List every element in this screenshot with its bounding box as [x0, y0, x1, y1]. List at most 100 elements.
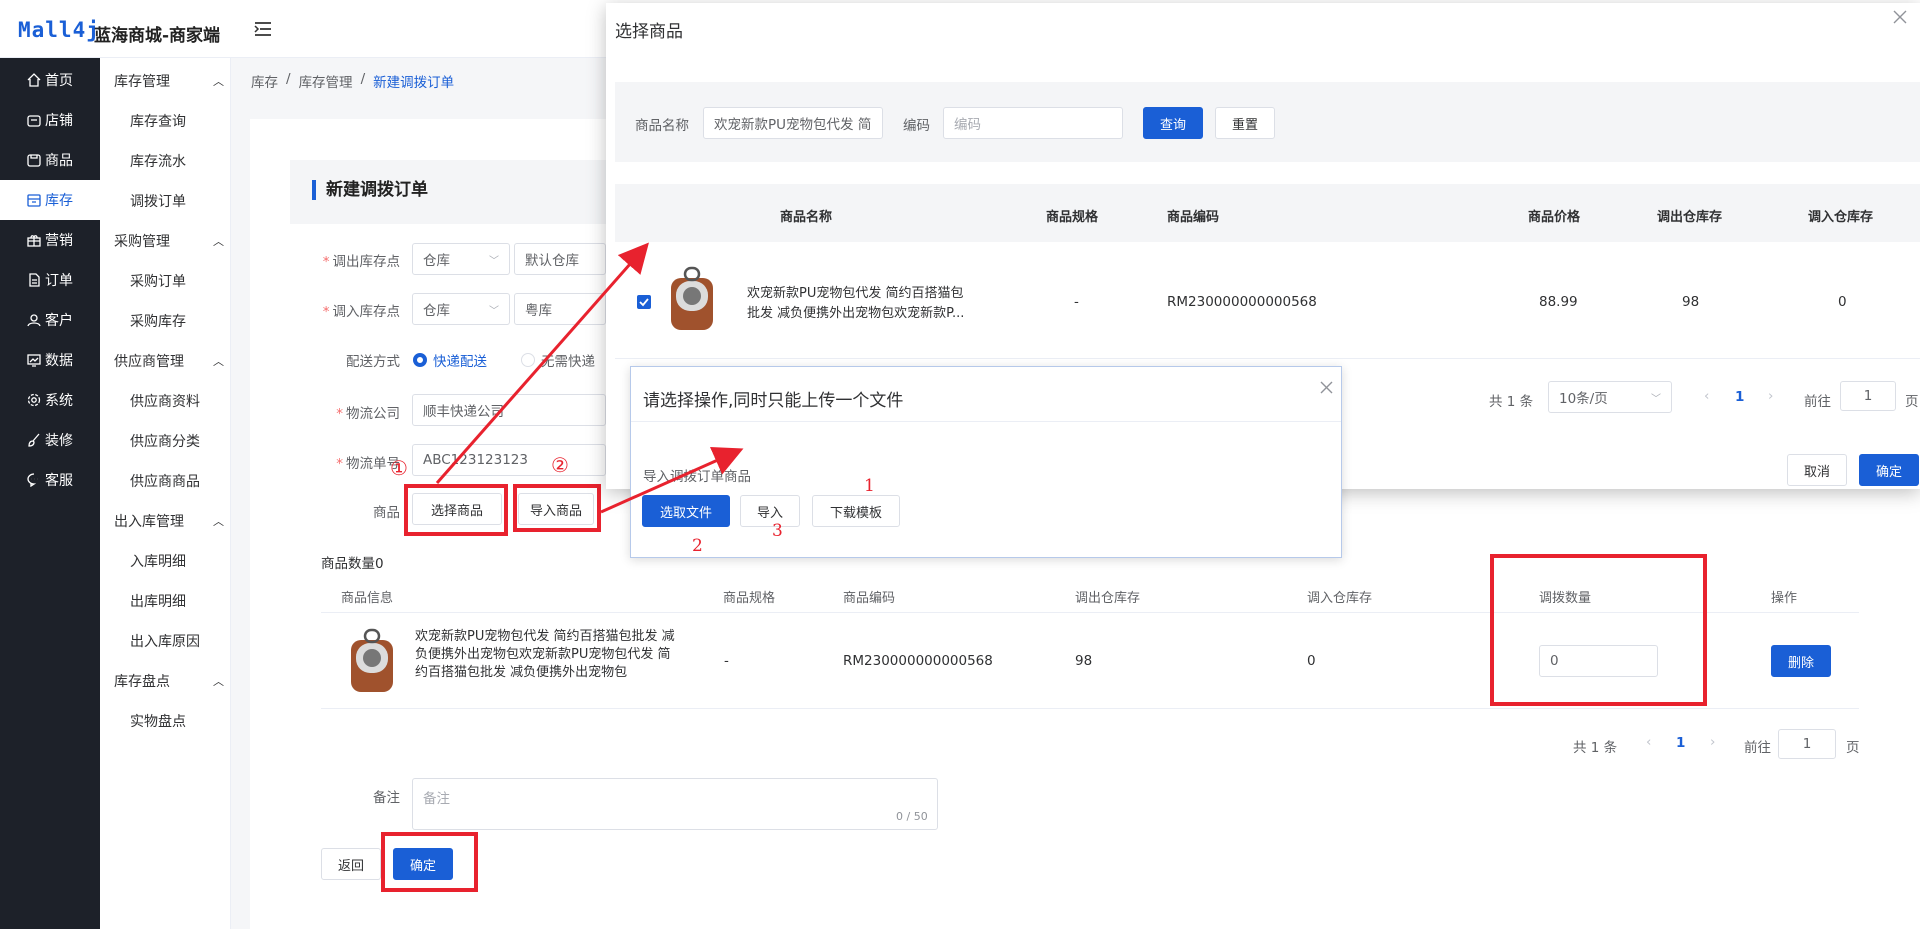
nav-label: 库存	[45, 193, 73, 209]
chevron-down-icon: ﹀	[1651, 393, 1661, 405]
th-in-stock: 调入仓库存	[1307, 591, 1373, 606]
goods-label: 商品	[373, 505, 400, 521]
subnav-item[interactable]: 供应商资料	[130, 391, 200, 411]
out-warehouse-select[interactable]: 默认仓库	[514, 243, 606, 275]
chart-icon	[27, 354, 41, 367]
breadcrumb-item[interactable]: 库存	[251, 71, 278, 91]
import-button[interactable]: 导入	[740, 495, 800, 527]
prev-page-icon[interactable]: ‹	[1646, 734, 1651, 750]
in-warehouse-select[interactable]: 粤库	[514, 293, 606, 325]
remark-textarea[interactable]: 备注	[412, 778, 938, 830]
nav-customer[interactable]: 客户	[0, 300, 100, 340]
menu-fold-icon[interactable]	[254, 21, 272, 37]
nav-decoration[interactable]: 装修	[0, 420, 100, 460]
group-title: 出入库管理	[114, 514, 184, 530]
th-qty: 调拨数量	[1539, 591, 1592, 606]
nav-data[interactable]: 数据	[0, 340, 100, 380]
brush-icon	[28, 433, 40, 447]
dialog-name-input[interactable]: 欢宠新款PU宠物包代发 简	[703, 107, 883, 139]
choose-file-button[interactable]: 选取文件	[642, 495, 730, 527]
radio-express[interactable]: 快递配送	[413, 350, 487, 370]
goto-page-input[interactable]: 1	[1778, 729, 1836, 759]
subnav-item[interactable]: 实物盘点	[130, 711, 186, 731]
remark-label: 备注	[373, 790, 400, 806]
confirm-button[interactable]: 确定	[393, 848, 453, 880]
subnav-group-stock[interactable]: 库存管理 ︿	[114, 71, 224, 91]
import-goods-button[interactable]: 导入商品	[518, 493, 594, 525]
nav-goods[interactable]: 商品	[0, 140, 100, 180]
subnav-item[interactable]: 库存流水	[130, 151, 186, 171]
breadcrumb-current: 新建调拨订单	[373, 75, 455, 91]
dialog-code-input[interactable]: 编码	[943, 107, 1123, 139]
dialog-product-in-stock: 0	[1838, 294, 1847, 310]
dialog-prev-page-icon[interactable]: ‹	[1704, 388, 1709, 404]
delete-button[interactable]: 删除	[1771, 645, 1831, 677]
subnav-item[interactable]: 入库明细	[130, 551, 186, 571]
app-title: 蓝海商城-商家端	[94, 26, 221, 46]
subnav-item[interactable]: 供应商商品	[130, 471, 200, 491]
dialog-next-page-icon[interactable]: ›	[1768, 388, 1773, 404]
transfer-qty-input[interactable]: 0	[1539, 645, 1658, 677]
out-type-select[interactable]: 仓库 ﹀	[412, 243, 510, 275]
next-page-icon[interactable]: ›	[1710, 734, 1715, 750]
subnav-item[interactable]: 采购订单	[130, 271, 186, 291]
nav-shop[interactable]: 店铺	[0, 100, 100, 140]
close-icon[interactable]	[1893, 10, 1907, 24]
breadcrumb-item[interactable]: 库存管理	[299, 71, 353, 91]
page-size-select[interactable]: 10条/页 ﹀	[1548, 381, 1672, 413]
nav-stock[interactable]: 库存	[0, 180, 100, 220]
home-icon	[27, 73, 41, 87]
company-select[interactable]: 顺丰快递公司	[412, 394, 606, 426]
radio-no-express[interactable]: 无需快递	[521, 350, 595, 370]
subnav-item[interactable]: 供应商分类	[130, 431, 200, 451]
product-image	[351, 628, 393, 692]
subnav-group-inout[interactable]: 出入库管理 ︿	[114, 511, 224, 531]
nav-home[interactable]: 首页	[0, 60, 100, 100]
nav-label: 首页	[45, 73, 73, 89]
page-number[interactable]: 1	[1676, 735, 1685, 751]
subnav-item[interactable]: 采购库存	[130, 311, 186, 331]
subnav-item[interactable]: 调拨订单	[130, 191, 186, 211]
reset-button[interactable]: 重置	[1215, 107, 1275, 139]
close-icon[interactable]	[1320, 381, 1333, 394]
product-spec: -	[724, 653, 729, 669]
nav-order[interactable]: 订单	[0, 260, 100, 300]
dth-out-stock: 调出仓库存	[1657, 210, 1723, 225]
chevron-down-icon: ﹀	[489, 305, 499, 317]
dialog-confirm-button[interactable]: 确定	[1859, 454, 1919, 486]
dialog-cancel-button[interactable]: 取消	[1787, 454, 1847, 486]
subnav-item[interactable]: 出库明细	[130, 591, 186, 611]
subnav-group-purchase[interactable]: 采购管理 ︿	[114, 231, 224, 251]
nav-label: 系统	[45, 393, 73, 409]
back-button[interactable]: 返回	[321, 848, 381, 880]
row-checkbox[interactable]	[637, 295, 651, 309]
subnav-group-check[interactable]: 库存盘点 ︿	[114, 671, 224, 691]
goods-icon	[27, 154, 41, 167]
gear-icon	[27, 393, 41, 407]
nav-system[interactable]: 系统	[0, 380, 100, 420]
sub-nav: 库存管理 ︿ 库存查询 库存流水 调拨订单 采购管理 ︿ 采购订单 采购库存 供应商…	[100, 58, 231, 929]
th-code: 商品编码	[843, 591, 896, 606]
tracking-input[interactable]: ABC123123123	[412, 444, 606, 476]
page-unit: 页	[1846, 740, 1860, 756]
chevron-up-icon: ︿	[213, 515, 224, 528]
nav-service[interactable]: 客服	[0, 460, 100, 500]
select-goods-button[interactable]: 选择商品	[412, 493, 502, 525]
query-button[interactable]: 查询	[1143, 107, 1203, 139]
download-template-button[interactable]: 下载模板	[812, 495, 900, 527]
subnav-group-supplier[interactable]: 供应商管理 ︿	[114, 351, 224, 371]
subnav-item[interactable]: 出入库原因	[130, 631, 200, 651]
dialog-page-unit: 页	[1905, 394, 1919, 410]
radio-dot	[521, 353, 535, 367]
dialog-goto-input[interactable]: 1	[1840, 381, 1896, 411]
breadcrumb: 库存 / 库存管理 / 新建调拨订单	[251, 71, 455, 91]
subnav-item[interactable]: 库存查询	[130, 111, 186, 131]
th-spec: 商品规格	[723, 591, 776, 606]
dialog-name-label: 商品名称	[635, 118, 689, 134]
in-type-select[interactable]: 仓库 ﹀	[412, 293, 510, 325]
dialog-page-number[interactable]: 1	[1735, 389, 1744, 405]
nav-label: 商品	[45, 153, 73, 169]
nav-marketing[interactable]: 营销	[0, 220, 100, 260]
company-label: * 物流公司	[336, 406, 400, 422]
th-out-stock: 调出仓库存	[1075, 591, 1141, 606]
